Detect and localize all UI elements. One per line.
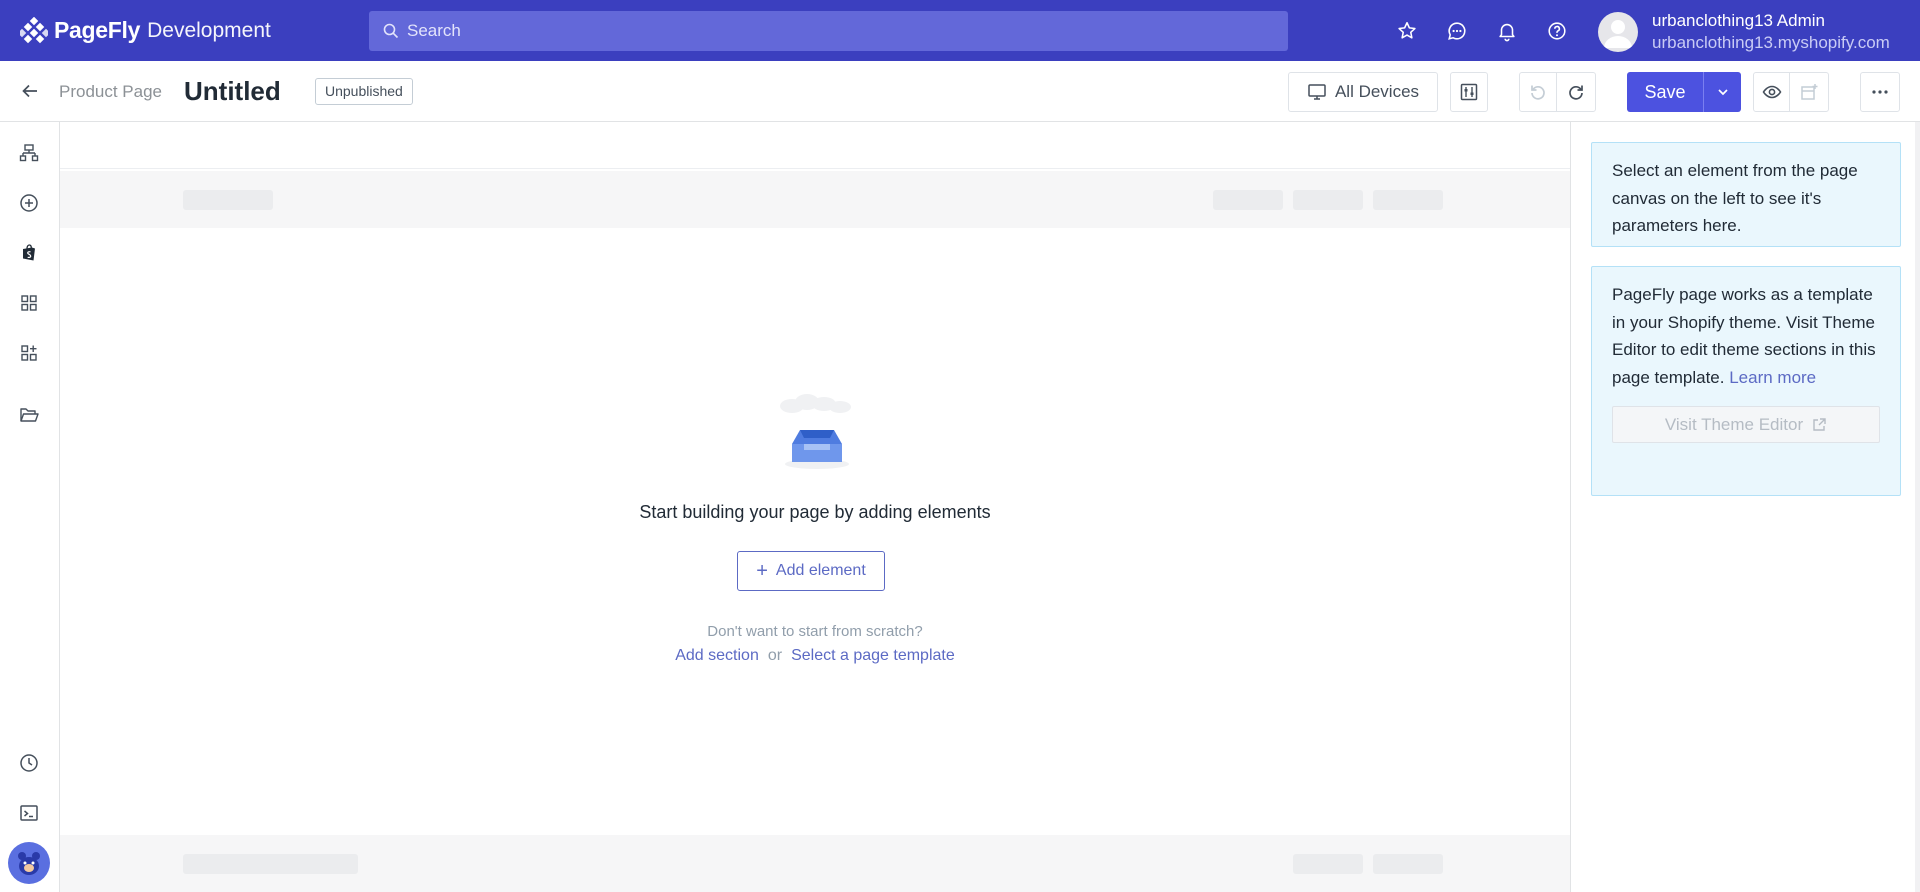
layers-icon xyxy=(19,144,39,162)
skeleton-block xyxy=(183,190,273,210)
notifications-button[interactable] xyxy=(1492,16,1522,46)
header-skeleton xyxy=(60,171,1570,228)
avatar xyxy=(1598,12,1638,52)
sliders-icon xyxy=(1460,83,1478,101)
brand-sub: Development xyxy=(147,18,271,42)
sidebar-item-code[interactable] xyxy=(16,800,42,826)
status-badge: Unpublished xyxy=(315,78,413,105)
devices-button[interactable]: All Devices xyxy=(1288,72,1438,112)
learn-more-link[interactable]: Learn more xyxy=(1729,368,1816,387)
sidebar-item-layers[interactable] xyxy=(16,140,42,166)
preview-button[interactable] xyxy=(1753,72,1790,112)
select-hint-box: Select an element from the page canvas o… xyxy=(1591,142,1901,247)
user-shop: urbanclothing13.myshopify.com xyxy=(1652,33,1890,52)
add-element-button[interactable]: + Add element xyxy=(737,551,885,591)
sidebar-item-history[interactable] xyxy=(16,750,42,776)
alt-links: Add section or Select a page template xyxy=(60,647,1570,665)
scrollbar[interactable] xyxy=(1915,122,1920,892)
desktop-icon xyxy=(1308,84,1326,100)
skeleton-block xyxy=(1213,190,1283,210)
user-icon xyxy=(1604,20,1632,48)
shopify-bag-icon xyxy=(23,244,35,261)
skeleton-block xyxy=(1373,854,1443,874)
skeleton-block xyxy=(1373,190,1443,210)
external-link-icon xyxy=(1813,417,1826,431)
skeleton-block xyxy=(1293,854,1363,874)
user-name: urbanclothing13 Admin xyxy=(1652,11,1825,30)
plus-icon: + xyxy=(756,560,768,582)
brand[interactable]: PageFly Development xyxy=(20,16,369,45)
folder-open-icon xyxy=(20,408,39,422)
page-canvas[interactable]: Start building your page by adding eleme… xyxy=(60,122,1570,892)
user-menu[interactable]: urbanclothing13 Admin urbanclothing13.my… xyxy=(1598,10,1890,54)
undo-icon xyxy=(1531,85,1545,100)
add-section-link[interactable]: Add section xyxy=(675,647,759,664)
canvas-top-strip xyxy=(60,122,1570,169)
visit-theme-editor-button[interactable]: Visit Theme Editor xyxy=(1612,406,1880,443)
top-icon-group xyxy=(1392,16,1592,46)
publish-button[interactable] xyxy=(1789,72,1829,112)
back-button[interactable] xyxy=(18,79,42,103)
add-element-label: Add element xyxy=(775,562,866,579)
save-dropdown-button[interactable] xyxy=(1703,72,1741,112)
breadcrumb[interactable]: Product Page xyxy=(59,82,162,102)
user-info: urbanclothing13 Admin urbanclothing13.my… xyxy=(1652,10,1890,54)
search-icon xyxy=(383,23,399,39)
sidebar-item-add-ons[interactable] xyxy=(16,340,42,366)
help-button[interactable] xyxy=(1542,16,1572,46)
publish-icon xyxy=(1801,84,1818,100)
right-panel: Select an element from the page canvas o… xyxy=(1570,122,1920,892)
or-text: or xyxy=(767,647,783,664)
page-settings-button[interactable] xyxy=(1450,72,1488,112)
left-sidebar xyxy=(0,122,60,892)
grid-icon xyxy=(21,295,37,311)
terminal-icon xyxy=(20,805,38,821)
visit-theme-editor-label: Visit Theme Editor xyxy=(1664,414,1804,434)
search-box[interactable] xyxy=(369,11,1288,51)
chevron-down-icon xyxy=(1717,89,1728,96)
top-bar: PageFly Development urbanclothing13 Admi… xyxy=(0,0,1920,61)
template-info-box: PageFly page works as a template in your… xyxy=(1591,266,1901,496)
brand-name: PageFly xyxy=(54,17,141,43)
bell-icon xyxy=(1499,23,1515,42)
mascot-icon xyxy=(18,852,40,875)
select-hint-text: Select an element from the page canvas o… xyxy=(1612,161,1858,235)
empty-state-title: Start building your page by adding eleme… xyxy=(639,502,991,522)
star-icon xyxy=(1398,21,1416,39)
more-horizontal-icon xyxy=(1872,90,1888,94)
arrow-left-icon xyxy=(22,84,37,98)
add-circle-icon xyxy=(20,194,38,212)
scratch-text: Don't want to start from scratch? xyxy=(707,623,923,640)
mascot-avatar[interactable] xyxy=(8,842,50,884)
eye-icon xyxy=(1762,85,1781,99)
chat-button[interactable] xyxy=(1442,16,1472,46)
clock-icon xyxy=(20,754,38,772)
footer-skeleton xyxy=(60,835,1570,892)
empty-box-illustration xyxy=(780,394,851,469)
select-template-link[interactable]: Select a page template xyxy=(791,647,955,664)
favorites-button[interactable] xyxy=(1392,16,1422,46)
skeleton-block xyxy=(1293,190,1363,210)
redo-icon xyxy=(1569,85,1583,100)
chat-icon xyxy=(1448,22,1466,40)
grid-add-icon xyxy=(21,345,37,361)
search-input[interactable] xyxy=(407,21,1267,41)
help-icon xyxy=(1548,22,1566,40)
sidebar-item-elements[interactable] xyxy=(16,290,42,316)
sidebar-item-library[interactable] xyxy=(16,402,42,428)
undo-button[interactable] xyxy=(1519,72,1557,112)
sidebar-item-shopify[interactable] xyxy=(16,240,42,266)
redo-button[interactable] xyxy=(1556,72,1596,112)
page-title[interactable]: Untitled xyxy=(184,76,281,107)
more-button[interactable] xyxy=(1860,72,1900,112)
skeleton-block xyxy=(183,854,358,874)
pagefly-logo-icon xyxy=(20,16,48,43)
sidebar-item-add[interactable] xyxy=(16,190,42,216)
devices-label: All Devices xyxy=(1334,82,1420,101)
save-button[interactable]: Save xyxy=(1627,72,1703,112)
editor-header: Product Page Untitled Unpublished All De… xyxy=(0,61,1920,122)
